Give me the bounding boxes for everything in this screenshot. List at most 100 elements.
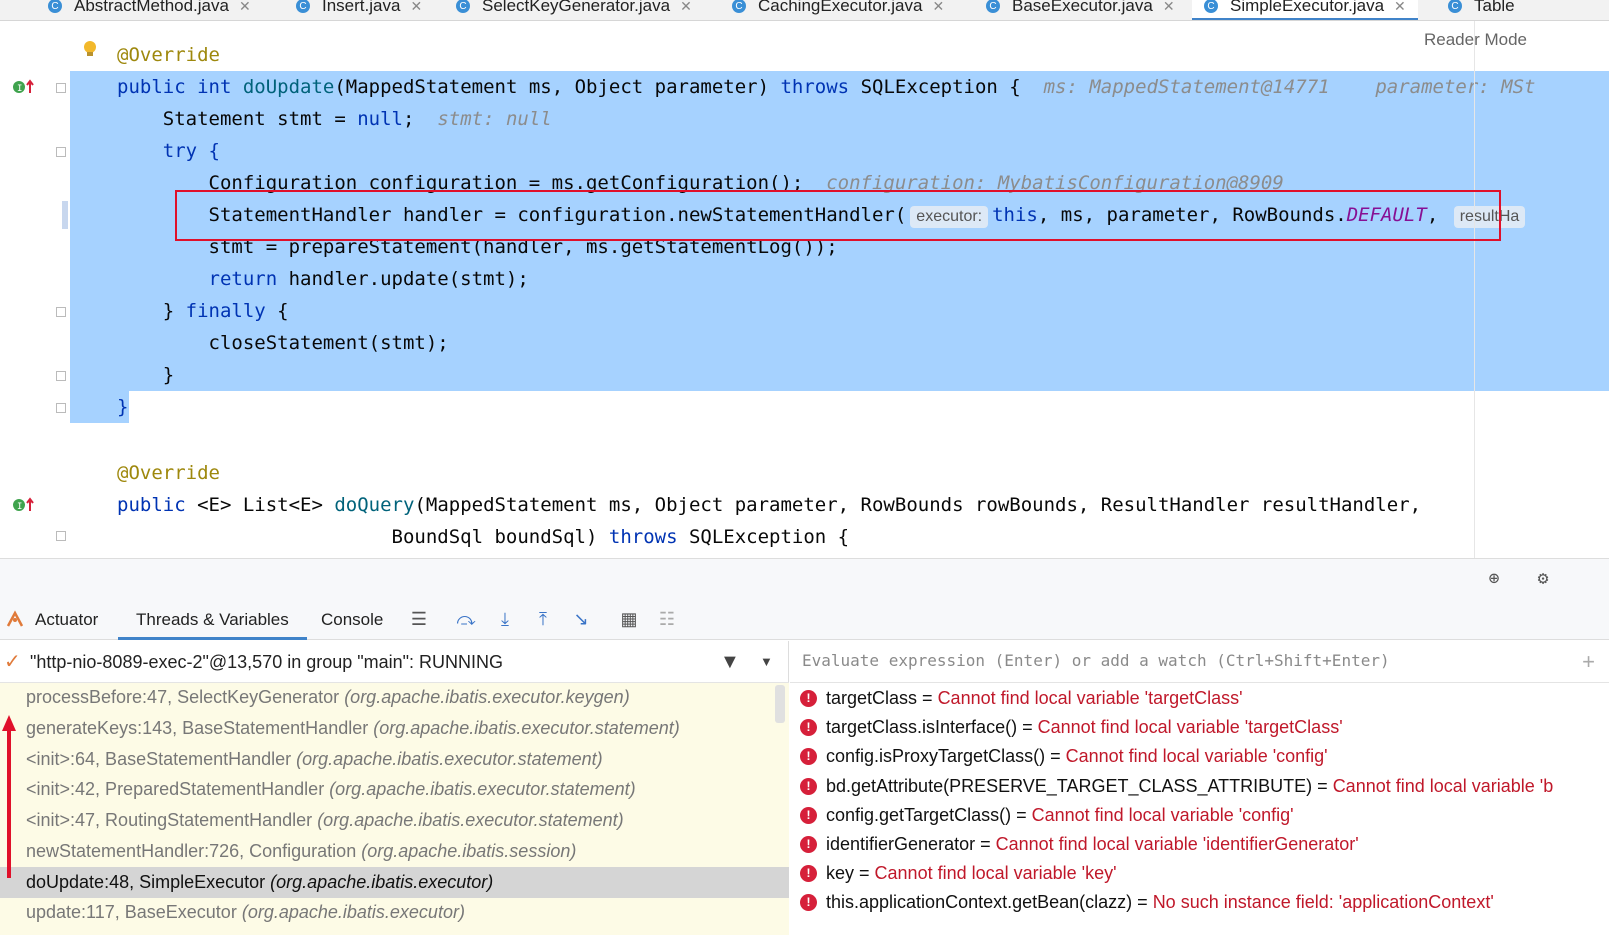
override-marker-icon[interactable]: I — [12, 497, 38, 513]
run-to-cursor-icon[interactable]: ↘ — [570, 608, 592, 630]
watch-item[interactable]: ! targetClass = Cannot find local variabl… — [800, 688, 1243, 709]
fold-icon[interactable] — [56, 371, 66, 381]
stack-frame[interactable]: <init>:64, BaseStatementHandler (org.apa… — [26, 749, 603, 770]
watch-item[interactable]: ! identifierGenerator = Cannot find local… — [800, 834, 1359, 855]
error-icon: ! — [800, 807, 817, 824]
class-icon: C — [732, 0, 746, 13]
class-icon: C — [1448, 0, 1462, 13]
close-icon[interactable]: ✕ — [410, 0, 422, 15]
tab-threads-variables[interactable]: Threads & Variables — [118, 610, 307, 640]
tab-caching-executor[interactable]: C CachingExecutor.java ✕ — [732, 0, 944, 18]
annotation-highlight-box — [175, 190, 1501, 241]
class-icon: C — [48, 0, 62, 13]
step-over-icon[interactable]: ⤼ — [455, 608, 477, 630]
stack-frame[interactable]: processBefore:47, SelectKeyGenerator (or… — [26, 687, 630, 708]
error-icon: ! — [800, 719, 817, 736]
check-icon: ✓ — [4, 651, 21, 673]
code-line: closeStatement(stmt); — [117, 332, 449, 354]
debug-toolbar: Actuator Threads & Variables Console ☰ ⤼… — [0, 598, 1609, 640]
fold-icon[interactable] — [56, 307, 66, 317]
thread-label: "http-nio-8089-exec-2"@13,570 in group "… — [30, 652, 504, 672]
code-line: } — [117, 364, 175, 386]
tab-label: CachingExecutor.java — [758, 0, 923, 15]
close-icon[interactable]: ✕ — [1394, 0, 1406, 15]
table-icon[interactable]: ▦ — [618, 608, 640, 630]
filter-icon[interactable]: ▼ — [720, 641, 740, 683]
error-icon: ! — [800, 836, 817, 853]
code-line: try { — [117, 140, 220, 162]
inline-debug-hint: stmt: null — [437, 108, 552, 130]
close-icon[interactable]: ✕ — [239, 0, 251, 15]
tab-abstract-method[interactable]: C AbstractMethod.java ✕ — [48, 0, 251, 18]
actuator-icon — [6, 610, 24, 627]
fold-icon[interactable] — [56, 83, 66, 93]
error-icon: ! — [800, 690, 817, 707]
tab-label: SimpleExecutor.java — [1230, 0, 1385, 15]
stack-frame[interactable]: newStatementHandler:726, Configuration (… — [26, 841, 576, 862]
svg-text:I: I — [17, 84, 22, 94]
step-into-icon[interactable]: ⤓ — [494, 608, 516, 630]
inline-debug-hint: ms: MappedStatement@14771 parameter: MSt — [1043, 76, 1536, 98]
editor-gutter: I I — [0, 21, 80, 558]
frames-pane: ✓ "http-nio-8089-exec-2"@13,570 in group… — [0, 641, 789, 935]
watch-item[interactable]: ! targetClass.isInterface() = Cannot find… — [800, 717, 1343, 738]
tab-base-executor[interactable]: C BaseExecutor.java ✕ — [986, 0, 1175, 18]
stack-frame[interactable]: <init>:47, RoutingStatementHandler (org.… — [26, 810, 624, 831]
stack-frame[interactable]: update:117, BaseExecutor (org.apache.iba… — [26, 902, 465, 923]
class-icon: C — [986, 0, 1000, 13]
chevron-down-icon[interactable]: ▼ — [760, 641, 773, 683]
thread-selector[interactable]: ✓ "http-nio-8089-exec-2"@13,570 in group… — [0, 641, 789, 683]
error-icon: ! — [800, 865, 817, 882]
tab-table[interactable]: C Table — [1448, 0, 1515, 18]
menu-icon[interactable]: ☰ — [408, 608, 430, 630]
right-margin-guide — [1474, 21, 1475, 558]
watch-item[interactable]: ! key = Cannot find local variable 'key' — [800, 863, 1117, 884]
tab-select-key-generator[interactable]: C SelectKeyGenerator.java ✕ — [456, 0, 692, 18]
tab-insert[interactable]: C Insert.java ✕ — [296, 0, 422, 18]
svg-text:I: I — [17, 502, 22, 512]
arrow-up-annotation — [2, 715, 16, 878]
tab-console[interactable]: Console — [321, 610, 383, 630]
code-line: public <E> List<E> doQuery(MappedStateme… — [117, 494, 1422, 516]
close-icon[interactable]: ✕ — [1163, 0, 1175, 15]
tab-actuator[interactable]: Actuator — [35, 610, 98, 630]
fold-icon[interactable] — [56, 147, 66, 157]
add-watch-icon[interactable]: + — [1582, 649, 1595, 675]
scrollbar-thumb[interactable] — [775, 685, 785, 723]
override-marker-icon[interactable]: I — [12, 79, 38, 95]
code-line: } finally { — [117, 300, 289, 322]
error-icon: ! — [800, 778, 817, 795]
tab-simple-executor[interactable]: C SimpleExecutor.java ✕ — [1192, 0, 1418, 20]
tab-label: BaseExecutor.java — [1012, 0, 1153, 15]
evaluate-expression-input[interactable]: Evaluate expression (Enter) or add a wat… — [790, 641, 1609, 683]
crosshair-icon[interactable]: ⊕ — [1484, 569, 1504, 589]
tab-label: AbstractMethod.java — [74, 0, 229, 15]
step-out-icon[interactable]: ⤒ — [532, 608, 554, 630]
debug-panel-header: ⊕ ⚙ — [0, 558, 1609, 598]
class-icon: C — [1204, 0, 1218, 13]
execution-line-marker — [62, 201, 68, 229]
stack-frame[interactable]: generateKeys:143, BaseStatementHandler (… — [26, 718, 680, 739]
code-line: BoundSql boundSql) throws SQLException { — [117, 526, 850, 548]
code-editor[interactable]: @Override public int doUpdate(MappedStat… — [70, 21, 1609, 558]
close-icon[interactable]: ✕ — [680, 0, 692, 15]
fold-icon[interactable] — [56, 403, 66, 413]
stack-frame-selected[interactable]: doUpdate:48, SimpleExecutor (org.apache.… — [0, 867, 789, 898]
class-icon: C — [456, 0, 470, 13]
stack-frame[interactable]: <init>:42, PreparedStatementHandler (org… — [26, 779, 636, 800]
fold-icon[interactable] — [56, 531, 66, 541]
watch-item[interactable]: ! config.isProxyTargetClass() = Cannot fi… — [800, 746, 1328, 767]
code-line: } — [117, 396, 129, 418]
reader-mode-button[interactable]: Reader Mode — [1424, 30, 1527, 50]
gear-icon[interactable]: ⚙ — [1533, 569, 1553, 589]
watch-item[interactable]: ! bd.getAttribute(PRESERVE_TARGET_CLASS_A… — [800, 776, 1553, 797]
tab-label: SelectKeyGenerator.java — [482, 0, 671, 15]
error-icon: ! — [800, 894, 817, 911]
code-line: @Override — [117, 462, 220, 484]
intention-bulb-icon[interactable] — [82, 40, 98, 58]
close-icon[interactable]: ✕ — [932, 0, 944, 15]
trace-icon[interactable]: ☷ — [656, 608, 678, 630]
watch-item[interactable]: ! config.getTargetClass() = Cannot find l… — [800, 805, 1294, 826]
watch-item[interactable]: ! this.applicationContext.getBean(clazz) … — [800, 892, 1494, 913]
code-line: return handler.update(stmt); — [208, 268, 529, 290]
